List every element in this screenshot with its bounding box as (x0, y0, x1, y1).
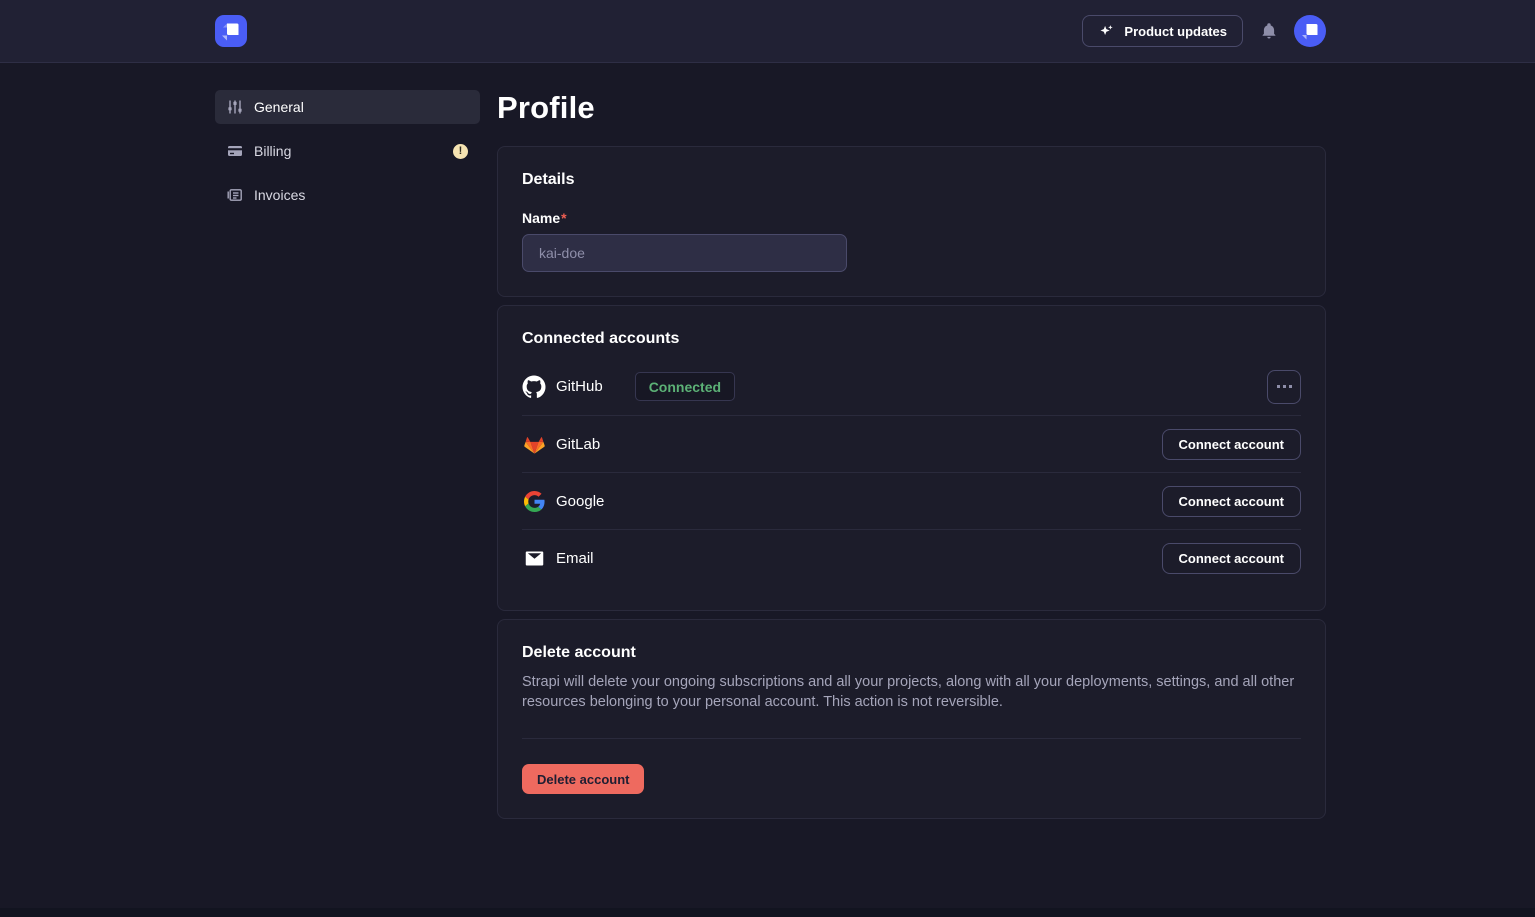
credit-card-icon (227, 143, 243, 159)
bottom-edge (0, 908, 1535, 917)
divider (522, 738, 1301, 739)
provider-row-google: Google Connect account (522, 472, 1301, 529)
strapi-logo-icon (215, 15, 247, 47)
google-icon (522, 489, 546, 513)
invoice-icon (227, 187, 243, 203)
connect-email-button[interactable]: Connect account (1162, 543, 1301, 574)
sidebar-item-label: General (254, 99, 468, 115)
gitlab-icon (522, 432, 546, 456)
page-layout: General Billing ! (0, 63, 1535, 867)
product-updates-label: Product updates (1124, 24, 1227, 39)
details-card: Details Name* (497, 146, 1326, 297)
delete-account-title: Delete account (522, 644, 1301, 662)
sidebar-item-label: Invoices (254, 187, 468, 203)
email-icon (522, 546, 546, 570)
sidebar-item-general[interactable]: General (215, 90, 480, 124)
provider-name: Google (556, 493, 604, 510)
provider-name: GitHub (556, 378, 603, 395)
page-title: Profile (497, 90, 1326, 126)
sidebar-item-invoices[interactable]: Invoices (215, 178, 480, 212)
delete-account-button[interactable]: Delete account (522, 764, 644, 794)
provider-list: GitHub Connected (522, 358, 1301, 586)
github-options-button[interactable] (1267, 370, 1301, 404)
provider-name: GitLab (556, 436, 600, 453)
provider-row-email: Email Connect account (522, 529, 1301, 586)
avatar-strapi-icon (1294, 15, 1326, 47)
notifications-button[interactable] (1260, 21, 1278, 41)
connect-gitlab-button[interactable]: Connect account (1162, 429, 1301, 460)
billing-warning-badge: ! (453, 144, 468, 159)
strapi-logo[interactable] (215, 15, 247, 47)
connected-accounts-title: Connected accounts (522, 330, 1301, 348)
bell-icon (1260, 21, 1278, 41)
required-asterisk: * (561, 210, 566, 226)
sliders-icon (227, 99, 243, 115)
settings-sidebar: General Billing ! (215, 90, 480, 222)
provider-row-github: GitHub Connected (522, 358, 1301, 415)
connect-google-button[interactable]: Connect account (1162, 486, 1301, 517)
main-content: Profile Details Name* Connected accounts… (497, 90, 1326, 867)
details-title: Details (522, 171, 1301, 189)
sparkles-icon (1098, 23, 1115, 40)
delete-account-card: Delete account Strapi will delete your o… (497, 619, 1326, 819)
topbar: Product updates (0, 0, 1535, 63)
sidebar-item-label: Billing (254, 143, 453, 159)
github-icon (522, 375, 546, 399)
ellipsis-icon (1277, 385, 1280, 388)
name-label: Name* (522, 210, 1301, 226)
user-avatar[interactable] (1294, 15, 1326, 47)
provider-row-gitlab: GitLab Connect account (522, 415, 1301, 472)
connected-status-badge: Connected (635, 372, 735, 401)
product-updates-button[interactable]: Product updates (1082, 15, 1243, 47)
provider-name: Email (556, 550, 594, 567)
name-input[interactable] (522, 234, 847, 272)
sidebar-item-billing[interactable]: Billing ! (215, 134, 480, 168)
connected-accounts-card: Connected accounts GitHub Connected (497, 305, 1326, 611)
delete-account-description: Strapi will delete your ongoing subscrip… (522, 672, 1301, 712)
